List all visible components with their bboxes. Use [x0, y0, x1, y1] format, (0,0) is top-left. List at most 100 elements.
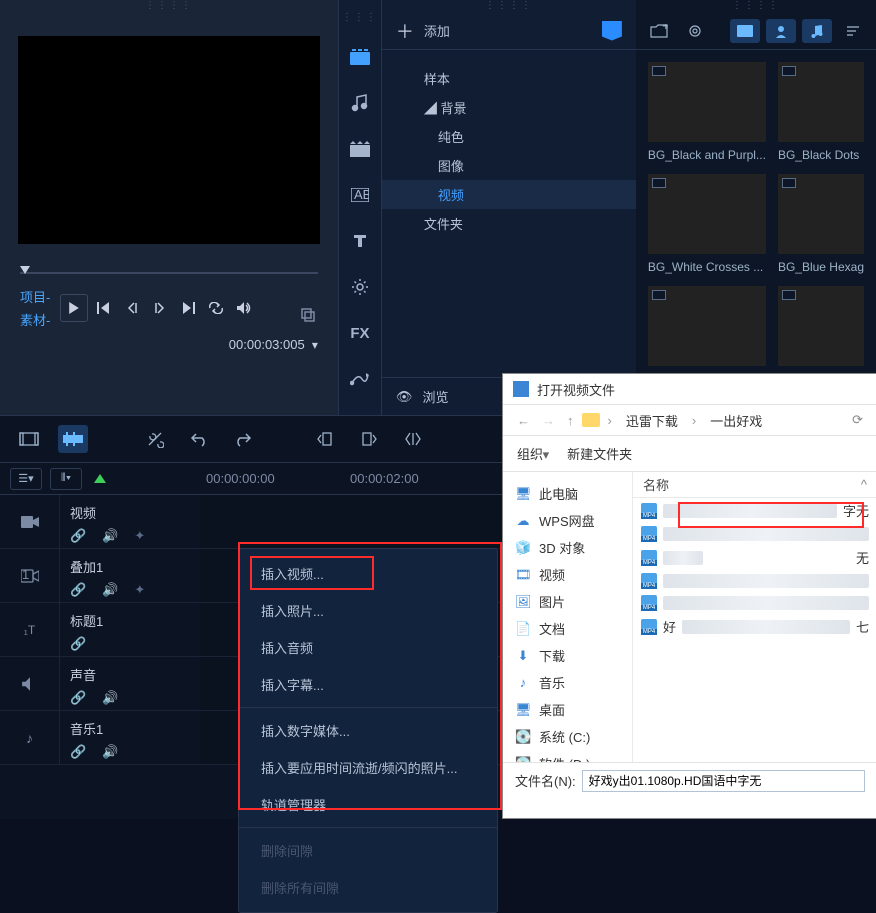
link-icon[interactable]: 🔗 [70, 636, 86, 652]
panel-grip[interactable]: ⋮⋮⋮ [342, 12, 378, 23]
track-height-button[interactable]: ☰▾ [10, 468, 42, 490]
ctx-insert-subtitle[interactable]: 插入字幕... [239, 666, 497, 703]
col-name[interactable]: 名称 [643, 475, 669, 494]
link-icon[interactable]: 🔗 [70, 744, 86, 760]
mark-in-button[interactable] [310, 425, 340, 453]
nav-fwd-icon[interactable]: → [538, 413, 559, 428]
tree-item-background[interactable]: ◢ 背景 [382, 93, 636, 122]
nav-up-icon[interactable]: ↑ [563, 413, 578, 428]
media-thumb[interactable] [648, 286, 766, 366]
media-thumb[interactable]: BG_White Crosses ... [648, 174, 766, 274]
text-tool-icon[interactable] [348, 229, 372, 253]
panel-grip[interactable]: ⋮⋮⋮⋮ [0, 0, 338, 12]
media-thumb[interactable]: BG_Blue Hexag [778, 174, 864, 274]
effects-icon[interactable] [348, 275, 372, 299]
capture-icon[interactable] [680, 19, 710, 43]
tree-item-folder[interactable]: 文件夹 [382, 209, 636, 238]
link-icon[interactable]: 🔗 [70, 690, 86, 706]
filter-photo-icon[interactable] [766, 19, 796, 43]
loop-button[interactable] [204, 296, 228, 320]
nav-pictures[interactable]: 🖼图片 [503, 588, 632, 615]
organize-button[interactable]: 组织 ▾ [517, 444, 549, 463]
file-item[interactable] [633, 523, 876, 545]
tree-item-solid[interactable]: 纯色 [382, 122, 636, 151]
browse-eye-icon[interactable]: 👁 [396, 389, 413, 405]
mark-out-button[interactable] [354, 425, 384, 453]
timeline-mode-button[interactable] [58, 425, 88, 453]
mute-icon[interactable]: 🔊 [102, 690, 118, 706]
transitions-icon[interactable] [348, 137, 372, 161]
ctx-insert-digital[interactable]: 插入数字媒体... [239, 712, 497, 749]
link-icon[interactable]: 🔗 [70, 528, 86, 544]
media-library-icon[interactable] [348, 45, 372, 69]
filter-video-icon[interactable] [730, 19, 760, 43]
filter-audio-icon[interactable] [802, 19, 832, 43]
nav-ddrive[interactable]: 💽软件 (D:) [503, 750, 632, 762]
pin-icon[interactable] [602, 21, 622, 41]
playhead-marker-icon[interactable] [94, 474, 106, 483]
mute-icon[interactable]: 🔊 [102, 528, 118, 544]
preview-viewport[interactable] [18, 36, 320, 244]
nav-video[interactable]: 🎞视频 [503, 561, 632, 588]
audio-library-icon[interactable] [348, 91, 372, 115]
nav-wps[interactable]: ☁WPS网盘 [503, 507, 632, 534]
browse-label[interactable]: 浏览 [422, 387, 448, 406]
panel-grip[interactable]: ⋮⋮⋮⋮ [382, 0, 636, 12]
file-item[interactable]: 无 [633, 545, 876, 570]
next-frame-button[interactable] [148, 296, 172, 320]
ctx-insert-video[interactable]: 插入视频... [239, 555, 497, 592]
file-item[interactable] [633, 570, 876, 592]
fx-icon[interactable]: ✦ [134, 582, 145, 598]
play-button[interactable] [60, 294, 88, 322]
storyboard-mode-button[interactable] [14, 425, 44, 453]
sort-icon[interactable] [838, 19, 868, 43]
nav-music[interactable]: ♪音乐 [503, 669, 632, 696]
goto-end-button[interactable] [176, 296, 200, 320]
nav-3d[interactable]: 🧊3D 对象 [503, 534, 632, 561]
titles-icon[interactable]: AB [348, 183, 372, 207]
nav-cdrive[interactable]: 💽系统 (C:) [503, 723, 632, 750]
file-item[interactable] [633, 592, 876, 614]
add-plus-icon[interactable]: ＋ [396, 18, 414, 44]
media-thumb[interactable]: BG_Black Dots [778, 62, 864, 162]
ctx-insert-audio[interactable]: 插入音频 [239, 629, 497, 666]
media-thumb[interactable]: BG_Black and Purpl... [648, 62, 766, 162]
redo-button[interactable] [228, 425, 258, 453]
file-item[interactable]: 好七 [633, 614, 876, 639]
breadcrumb-seg[interactable]: 一出好戏 [704, 408, 768, 433]
ctx-track-manager[interactable]: 轨道管理器... [239, 786, 497, 823]
prev-frame-button[interactable] [120, 296, 144, 320]
tree-item-image[interactable]: 图像 [382, 151, 636, 180]
tree-item-video[interactable]: 视频 [382, 180, 636, 209]
new-folder-button[interactable]: 新建文件夹 [567, 444, 632, 463]
timecode-display[interactable]: 00:00:03:005 ▾ [20, 337, 318, 353]
material-toggle[interactable]: 素材- [20, 310, 50, 329]
mute-icon[interactable]: 🔊 [102, 744, 118, 760]
split-button[interactable] [398, 425, 428, 453]
breadcrumb-seg[interactable]: 迅雷下载 [620, 408, 684, 433]
nav-downloads[interactable]: ⬇下载 [503, 642, 632, 669]
ctx-insert-timelapse[interactable]: 插入要应用时间流逝/频闪的照片... [239, 749, 497, 786]
track-options-button[interactable]: ⦀▾ [50, 468, 82, 490]
media-thumb[interactable] [778, 286, 864, 366]
nav-desktop[interactable]: 🖥桌面 [503, 696, 632, 723]
project-toggle[interactable]: 项目- [20, 287, 50, 306]
undo-button[interactable] [184, 425, 214, 453]
fx-text-icon[interactable]: FX [348, 321, 372, 345]
add-label[interactable]: 添加 [424, 21, 450, 40]
file-item[interactable]: 字无 [633, 498, 876, 523]
filename-input[interactable] [582, 770, 865, 792]
nav-this-pc[interactable]: 🖥此电脑 [503, 480, 632, 507]
tools-button[interactable] [140, 425, 170, 453]
import-folder-icon[interactable]: + [644, 19, 674, 43]
link-icon[interactable]: 🔗 [70, 582, 86, 598]
nav-back-icon[interactable]: ← [513, 413, 534, 428]
goto-start-button[interactable] [92, 296, 116, 320]
volume-button[interactable] [232, 296, 256, 320]
preview-scrubber[interactable] [20, 272, 318, 275]
duplicate-icon[interactable] [300, 307, 316, 323]
mute-icon[interactable]: 🔊 [102, 582, 118, 598]
ctx-insert-photo[interactable]: 插入照片... [239, 592, 497, 629]
panel-grip[interactable]: ⋮⋮⋮⋮ [636, 0, 876, 12]
nav-docs[interactable]: 📄文档 [503, 615, 632, 642]
